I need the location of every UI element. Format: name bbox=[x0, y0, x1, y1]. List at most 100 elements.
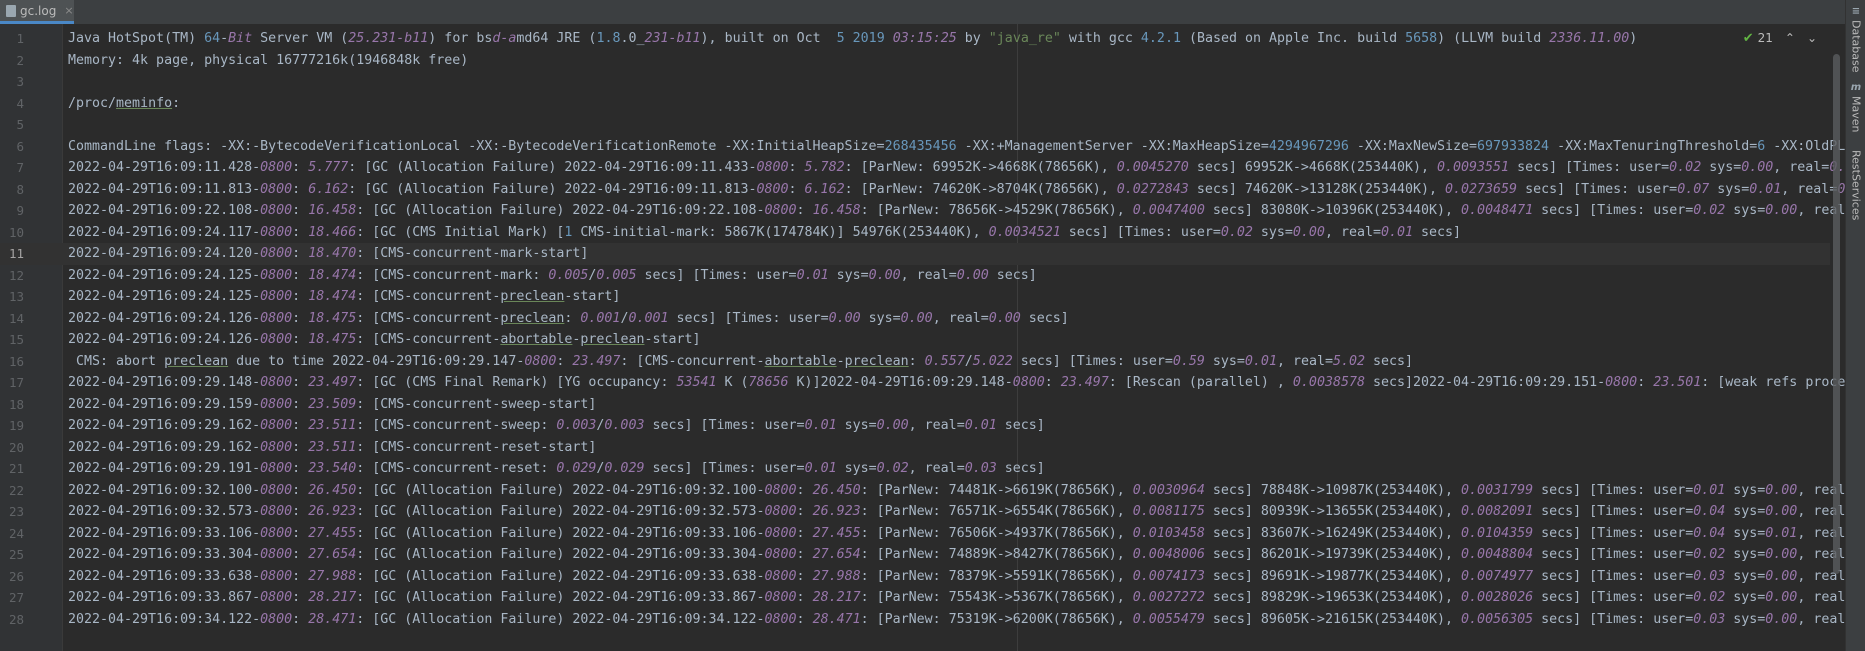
line-text: 2022-04-29T16:09:11.428-0800: 5.777: [GC… bbox=[68, 160, 1845, 175]
line-number: 4 bbox=[16, 95, 24, 111]
line-text: 2022-04-29T16:09:34.122-0800: 28.471: [G… bbox=[68, 611, 1845, 627]
line-text: 2022-04-29T16:09:33.867-0800: 28.217: [G… bbox=[68, 590, 1845, 605]
line-number: 7 bbox=[16, 160, 24, 175]
code-line[interactable]: 7 2022-04-29T16:09:11.428-0800: 5.777: [G… bbox=[0, 157, 1845, 179]
line-number: 15 bbox=[8, 332, 24, 347]
line-text: 2022-04-29T16:09:24.126-0800: 18.475: [C… bbox=[68, 310, 1069, 326]
line-number: 3 bbox=[16, 74, 24, 89]
chevron-up-icon[interactable]: ⌃ bbox=[1785, 31, 1795, 45]
code-line[interactable]: 5 bbox=[0, 114, 1830, 136]
line-number: 24 bbox=[8, 525, 24, 541]
line-text: 2022-04-29T16:09:29.148-0800: 23.497: [G… bbox=[68, 375, 1845, 390]
code-line[interactable]: 27 2022-04-29T16:09:33.867-0800: 28.217: … bbox=[0, 587, 1845, 609]
inspection-widget[interactable]: ✔ 21 ⌃ ⌄ bbox=[1736, 30, 1817, 46]
line-text: 2022-04-29T16:09:29.162-0800: 23.511: [C… bbox=[68, 418, 1045, 433]
line-text: 2022-04-29T16:09:29.159-0800: 23.509: [C… bbox=[68, 396, 597, 412]
code-line[interactable]: 1 Java HotSpot(TM) 64-Bit Server VM (25.2… bbox=[0, 28, 1830, 50]
right-tool-window-bar: ≡ Database m Maven RestServices bbox=[1845, 0, 1865, 651]
line-number: 11 bbox=[8, 246, 24, 261]
code-line[interactable]: 23 2022-04-29T16:09:32.573-0800: 26.923: … bbox=[0, 501, 1845, 523]
database-icon: ≡ bbox=[1851, 5, 1861, 17]
line-text: 2022-04-29T16:09:32.573-0800: 26.923: [G… bbox=[68, 504, 1845, 519]
code-line[interactable]: 20 2022-04-29T16:09:29.162-0800: 23.511: … bbox=[0, 437, 1830, 459]
line-text: 2022-04-29T16:09:22.108-0800: 16.458: [G… bbox=[68, 203, 1845, 218]
toolwindow-database-label: Database bbox=[1849, 20, 1863, 73]
code-line[interactable]: 4/proc/meminfo: bbox=[0, 93, 1830, 115]
line-number: 1 bbox=[16, 31, 24, 46]
line-text: CMS: abort preclean due to time 2022-04-… bbox=[68, 353, 1414, 369]
line-number: 16 bbox=[8, 353, 24, 369]
code-line[interactable]: 13 2022-04-29T16:09:24.125-0800: 18.474: … bbox=[0, 286, 1830, 308]
line-text: /proc/meminfo: bbox=[68, 95, 181, 111]
toolwindow-restservices[interactable]: RestServices bbox=[1846, 150, 1865, 220]
line-number: 5 bbox=[16, 117, 24, 132]
editor-tab-bar: gc.log × bbox=[0, 0, 1845, 25]
line-text: 2022-04-29T16:09:32.100-0800: 26.450: [G… bbox=[68, 482, 1845, 498]
code-line[interactable]: 3 bbox=[0, 71, 1830, 93]
code-line[interactable]: 22 2022-04-29T16:09:32.100-0800: 26.450: … bbox=[0, 480, 1845, 502]
toolwindow-database[interactable]: ≡ Database bbox=[1846, 6, 1865, 73]
code-line[interactable]: 2 Memory: 4k page, physical 16777216k(194… bbox=[0, 50, 1830, 72]
code-line[interactable]: 26 2022-04-29T16:09:33.638-0800: 27.988: … bbox=[0, 566, 1845, 588]
toolwindow-maven[interactable]: m Maven bbox=[1846, 82, 1865, 133]
code-line[interactable]: 12 2022-04-29T16:09:24.125-0800: 18.474: … bbox=[0, 265, 1830, 287]
line-text: 2022-04-29T16:09:33.638-0800: 27.988: [G… bbox=[68, 568, 1845, 584]
line-number: 10 bbox=[8, 224, 24, 240]
code-line[interactable]: 15 2022-04-29T16:09:24.126-0800: 18.475: … bbox=[0, 329, 1830, 351]
code-line[interactable]: 11 2022-04-29T16:09:24.120-0800: 18.470: … bbox=[0, 243, 1830, 265]
code-line[interactable]: 21 2022-04-29T16:09:29.191-0800: 23.540: … bbox=[0, 458, 1830, 480]
line-number: 2 bbox=[16, 52, 24, 68]
line-number: 25 bbox=[8, 547, 24, 562]
line-text: CommandLine flags: -XX:-BytecodeVerifica… bbox=[68, 138, 1845, 154]
line-text: 2022-04-29T16:09:29.191-0800: 23.540: [C… bbox=[68, 461, 1045, 476]
code-lines: 1 Java HotSpot(TM) 64-Bit Server VM (25.2… bbox=[0, 28, 1845, 631]
close-icon[interactable]: × bbox=[64, 4, 73, 17]
line-number: 18 bbox=[8, 396, 24, 412]
code-line[interactable]: 6 CommandLine flags: -XX:-BytecodeVerific… bbox=[0, 136, 1845, 158]
chevron-down-icon[interactable]: ⌄ bbox=[1807, 31, 1817, 45]
code-line[interactable]: 8 2022-04-29T16:09:11.813-0800: 6.162: [G… bbox=[0, 179, 1845, 201]
code-line[interactable]: 19 2022-04-29T16:09:29.162-0800: 23.511: … bbox=[0, 415, 1830, 437]
code-line[interactable]: 9 2022-04-29T16:09:22.108-0800: 16.458: [… bbox=[0, 200, 1845, 222]
toolwindow-restservices-label: RestServices bbox=[1849, 150, 1863, 221]
line-number: 19 bbox=[8, 418, 24, 433]
line-text: 2022-04-29T16:09:11.813-0800: 6.162: [GC… bbox=[68, 181, 1845, 197]
editor-area[interactable]: 1 Java HotSpot(TM) 64-Bit Server VM (25.2… bbox=[0, 24, 1845, 651]
line-number: 28 bbox=[8, 611, 24, 627]
code-line[interactable]: 25 2022-04-29T16:09:33.304-0800: 27.654: … bbox=[0, 544, 1845, 566]
text-file-icon bbox=[6, 4, 16, 17]
line-text: 2022-04-29T16:09:24.125-0800: 18.474: [C… bbox=[68, 289, 621, 304]
check-icon: ✔ bbox=[1742, 30, 1754, 46]
line-text: 2022-04-29T16:09:24.117-0800: 18.466: [G… bbox=[68, 224, 1462, 240]
toolwindow-maven-label: Maven bbox=[1849, 96, 1863, 133]
inspection-count: 21 bbox=[1757, 31, 1773, 45]
line-text: 2022-04-29T16:09:24.125-0800: 18.474: [C… bbox=[68, 267, 1037, 283]
line-text: 2022-04-29T16:09:33.304-0800: 27.654: [G… bbox=[68, 547, 1845, 562]
code-line[interactable]: 28 2022-04-29T16:09:34.122-0800: 28.471: … bbox=[0, 609, 1845, 631]
line-text: Memory: 4k page, physical 16777216k(1946… bbox=[68, 52, 469, 68]
line-number: 6 bbox=[16, 138, 24, 154]
line-number: 8 bbox=[16, 181, 24, 197]
line-text: 2022-04-29T16:09:33.106-0800: 27.455: [G… bbox=[68, 525, 1845, 541]
tab-gc-log[interactable]: gc.log × bbox=[0, 0, 74, 24]
line-text: 2022-04-29T16:09:24.126-0800: 18.475: [C… bbox=[68, 332, 701, 347]
tab-label: gc.log bbox=[20, 3, 57, 18]
line-number: 14 bbox=[8, 310, 24, 326]
code-line[interactable]: 10 2022-04-29T16:09:24.117-0800: 18.466: … bbox=[0, 222, 1830, 244]
line-number: 27 bbox=[8, 590, 24, 605]
line-text: Java HotSpot(TM) 64-Bit Server VM (25.23… bbox=[68, 31, 1638, 46]
line-text: 2022-04-29T16:09:24.120-0800: 18.470: [C… bbox=[68, 246, 589, 261]
line-number: 12 bbox=[8, 267, 24, 283]
scrollbar-thumb[interactable] bbox=[1833, 54, 1840, 574]
code-line[interactable]: 16 CMS: abort preclean due to time 2022-… bbox=[0, 351, 1830, 373]
line-text: 2022-04-29T16:09:29.162-0800: 23.511: [C… bbox=[68, 439, 597, 455]
line-number: 21 bbox=[8, 461, 24, 476]
line-number: 22 bbox=[8, 482, 24, 498]
code-line[interactable]: 14 2022-04-29T16:09:24.126-0800: 18.475: … bbox=[0, 308, 1830, 330]
code-line[interactable]: 24 2022-04-29T16:09:33.106-0800: 27.455: … bbox=[0, 523, 1845, 545]
code-line[interactable]: 18 2022-04-29T16:09:29.159-0800: 23.509: … bbox=[0, 394, 1830, 416]
line-number: 23 bbox=[8, 504, 24, 519]
code-line[interactable]: 17 2022-04-29T16:09:29.148-0800: 23.497: … bbox=[0, 372, 1845, 394]
line-number: 26 bbox=[8, 568, 24, 584]
line-number: 20 bbox=[8, 439, 24, 455]
